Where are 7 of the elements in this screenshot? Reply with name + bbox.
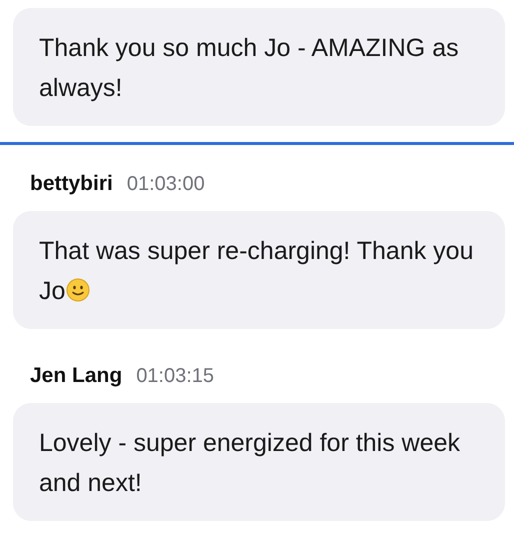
message-text: Lovely - super energized for this week and next!	[39, 429, 460, 497]
author-name: Jen Lang	[30, 364, 122, 388]
author-name: bettybiri	[30, 172, 113, 196]
message-text: That was super re-charging! Thank you Jo	[39, 237, 474, 305]
message-time: 01:03:00	[126, 172, 205, 196]
message-text: Thank you so much Jo - AMAZING as always!	[39, 34, 459, 102]
message-time: 01:03:15	[136, 364, 214, 388]
